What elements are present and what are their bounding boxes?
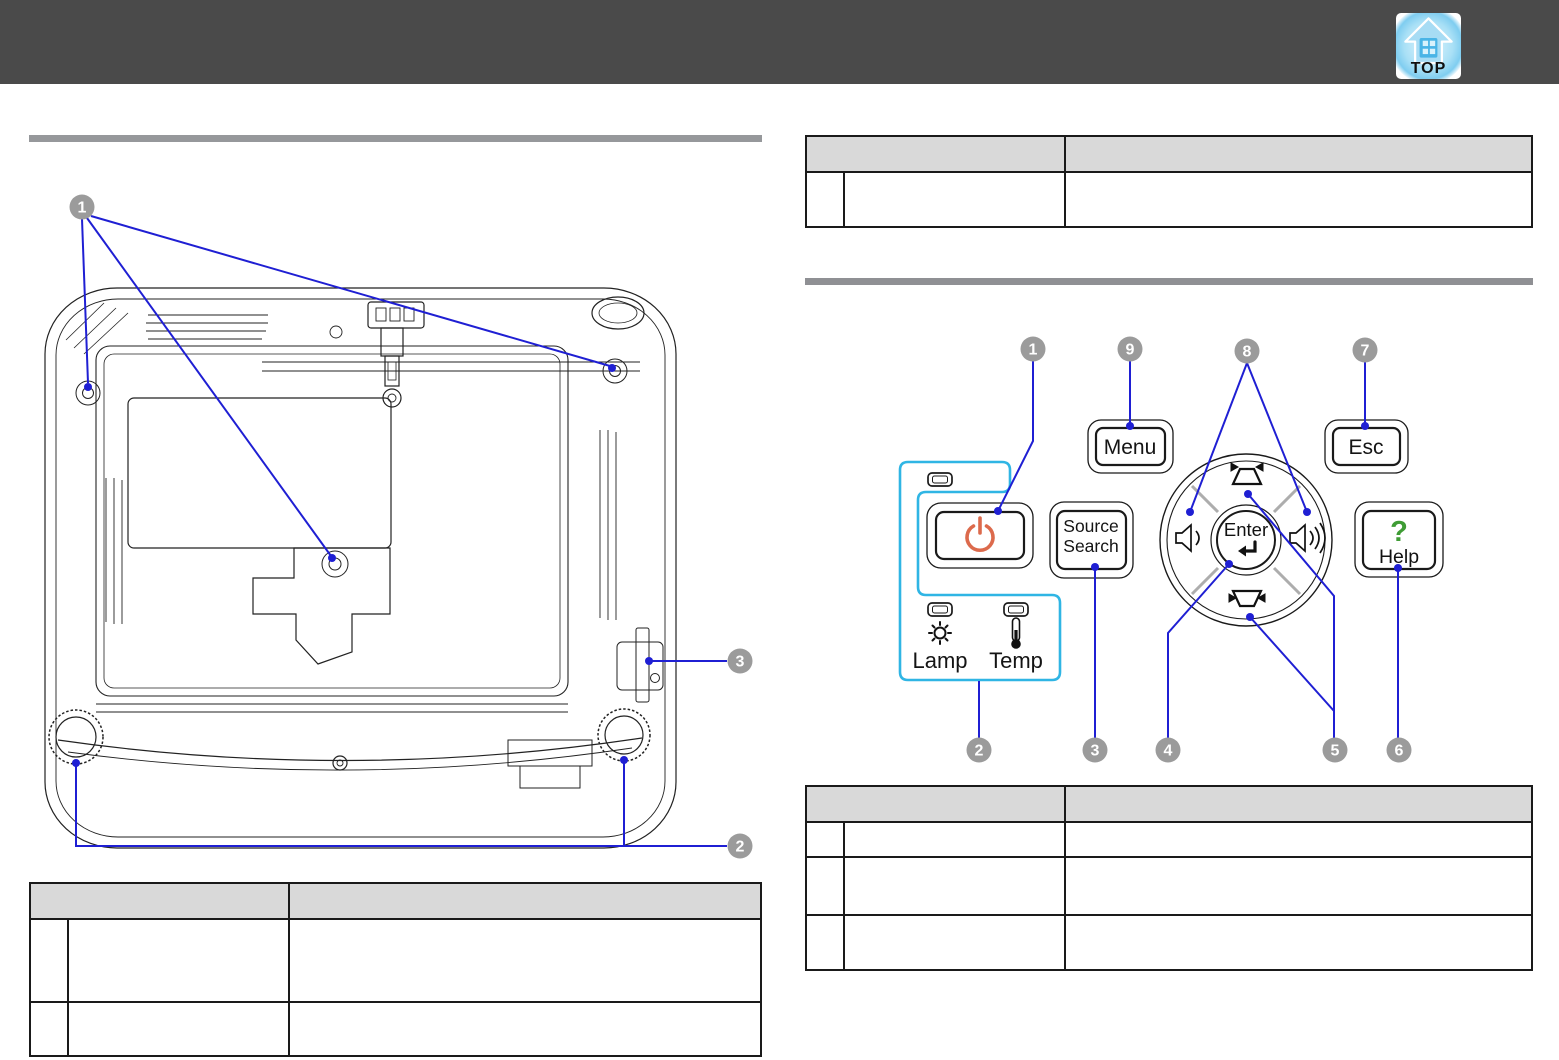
svg-text:6: 6 xyxy=(1395,743,1404,760)
manual-page: TOP 1 2 3 Enter Source Search Menu Esc ?… xyxy=(0,0,1559,1060)
top-link-label: TOP xyxy=(1410,60,1447,77)
svg-text:1: 1 xyxy=(78,200,87,217)
directional-pad[interactable]: Enter xyxy=(1159,453,1333,627)
svg-text:3: 3 xyxy=(1091,743,1100,760)
panel-callout-9: 9 xyxy=(1117,336,1143,362)
svg-text:9: 9 xyxy=(1126,342,1135,359)
svg-text:8: 8 xyxy=(1243,344,1252,361)
temp-led xyxy=(1003,602,1029,617)
menu-button-label: Menu xyxy=(1104,436,1157,459)
projector-bottom-diagram: 1 2 3 xyxy=(44,194,753,859)
table-header-cell xyxy=(1066,137,1531,173)
table-cell xyxy=(31,920,69,1003)
diagram-callout-3: 3 xyxy=(727,648,753,674)
enter-button[interactable]: Enter xyxy=(1210,504,1282,576)
table-cell xyxy=(1066,916,1531,969)
table-cell xyxy=(1066,173,1531,226)
source-search-label-line1: Source xyxy=(1063,516,1118,536)
panel-callout-5: 5 xyxy=(1322,737,1348,763)
diagram-callout-lines xyxy=(75,215,727,847)
lamp-led xyxy=(927,602,953,617)
table-header-cell xyxy=(1066,787,1531,823)
projector-body-drawing xyxy=(44,287,677,849)
lamp-icon xyxy=(928,621,952,645)
diagram-callout-1: 1 xyxy=(69,194,95,220)
svg-text:2: 2 xyxy=(975,743,984,760)
power-button[interactable] xyxy=(926,502,1034,569)
table-cell xyxy=(31,1003,69,1055)
table-cell xyxy=(845,916,1066,969)
control-panel-diagram: Enter Source Search Menu Esc ? Help Lamp… xyxy=(898,336,1444,763)
parts-table-bottom-right xyxy=(805,785,1533,971)
diagram-callout-2: 2 xyxy=(727,833,753,859)
table-header-cell xyxy=(31,884,290,920)
panel-callout-8: 8 xyxy=(1234,338,1260,364)
esc-button-label: Esc xyxy=(1348,436,1383,459)
section-rule-right xyxy=(805,278,1533,285)
table-cell xyxy=(845,858,1066,916)
table-cell xyxy=(845,173,1066,226)
panel-callout-4: 4 xyxy=(1155,737,1181,763)
panel-callout-6: 6 xyxy=(1386,737,1412,763)
table-cell xyxy=(807,173,845,226)
table-cell xyxy=(845,823,1066,858)
table-cell xyxy=(807,858,845,916)
page-header-bar: TOP xyxy=(0,0,1559,84)
lamp-indicator-label: Lamp xyxy=(912,648,967,673)
source-search-label-line2: Search xyxy=(1063,536,1118,556)
svg-text:5: 5 xyxy=(1331,743,1340,760)
table-cell xyxy=(1066,823,1531,858)
suspension-bracket-fixing-points xyxy=(75,358,628,578)
enter-button-label: Enter xyxy=(1224,519,1268,540)
parts-table-left xyxy=(29,882,762,1057)
thermometer-icon xyxy=(1011,617,1021,649)
svg-text:3: 3 xyxy=(736,654,745,671)
help-question-mark: ? xyxy=(1390,516,1408,548)
table-cell xyxy=(290,920,760,1003)
section-rule-left xyxy=(29,135,762,142)
table-cell xyxy=(807,823,845,858)
panel-callout-1: 1 xyxy=(1020,336,1046,362)
svg-text:4: 4 xyxy=(1164,743,1173,760)
svg-text:2: 2 xyxy=(736,839,745,856)
parts-table-top-right xyxy=(805,135,1533,228)
table-cell xyxy=(290,1003,760,1055)
front-adjustable-feet[interactable] xyxy=(48,708,651,765)
table-header-cell xyxy=(290,884,760,920)
svg-text:7: 7 xyxy=(1361,343,1370,360)
panel-callout-2: 2 xyxy=(966,737,992,763)
svg-text:1: 1 xyxy=(1029,342,1038,359)
power-led xyxy=(927,472,953,487)
table-header-cell xyxy=(807,137,1066,173)
panel-callout-7: 7 xyxy=(1352,337,1378,363)
table-cell xyxy=(69,1003,290,1055)
table-cell xyxy=(807,916,845,969)
panel-callout-3: 3 xyxy=(1082,737,1108,763)
table-header-cell xyxy=(807,787,1066,823)
security-slot xyxy=(616,627,664,703)
table-cell xyxy=(1066,858,1531,916)
top-link[interactable]: TOP xyxy=(1396,13,1461,79)
temp-indicator-label: Temp xyxy=(989,648,1043,673)
table-cell xyxy=(69,920,290,1003)
diagram-callout-dots xyxy=(72,364,653,767)
